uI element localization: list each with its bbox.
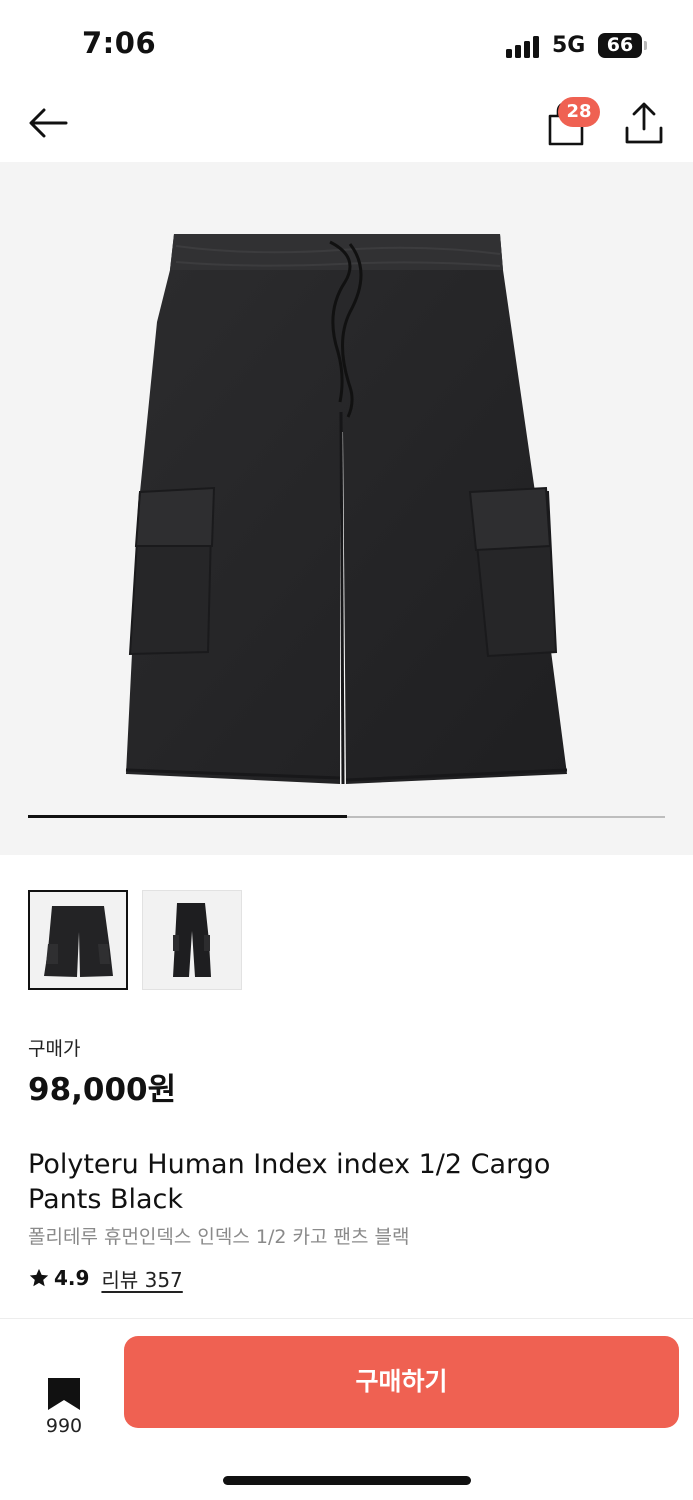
cargo-shorts-image [125, 234, 568, 785]
status-bar: 7:06 5G 66 [0, 0, 693, 90]
carousel-progress [28, 815, 665, 818]
carousel-progress-fill [28, 815, 347, 818]
bookmark-icon [48, 1378, 80, 1410]
back-button[interactable] [26, 100, 72, 146]
buy-button[interactable]: 구매하기 [124, 1336, 679, 1428]
battery-icon: 66 [598, 33, 647, 58]
home-indicator [223, 1476, 471, 1485]
thumbnail-front-image [44, 906, 113, 977]
signal-icon [506, 34, 542, 58]
price-value: 98,000원 [28, 1072, 177, 1108]
product-name-en: Polyteru Human Index index 1/2 Cargo Pan… [28, 1149, 551, 1215]
arrow-left-icon [29, 108, 68, 138]
star-icon [29, 1268, 49, 1287]
bottom-divider [0, 1318, 693, 1319]
product-image-carousel[interactable] [0, 162, 693, 855]
thumbnail-back-image [173, 903, 211, 977]
rating-value: 4.9 [54, 1266, 90, 1290]
status-time: 7:06 [82, 26, 157, 60]
share-icon [625, 102, 663, 144]
share-button[interactable] [622, 98, 666, 148]
product-name-ko: 폴리테루 휴먼인덱스 인덱스 1/2 카고 팬츠 블랙 [28, 1226, 410, 1248]
bookmark-count: 990 [45, 1415, 83, 1437]
network-label: 5G [552, 33, 586, 58]
thumbnail-front[interactable] [28, 890, 128, 990]
rating-row: 4.9 리뷰 357 [28, 1264, 183, 1292]
review-count-link[interactable]: 리뷰 357 [101, 1264, 182, 1293]
thumbnail-back[interactable] [142, 890, 242, 990]
bookmark-button[interactable]: 990 [28, 1374, 100, 1444]
cart-count-badge: 28 [558, 97, 600, 127]
price-label: 구매가 [28, 1038, 81, 1060]
